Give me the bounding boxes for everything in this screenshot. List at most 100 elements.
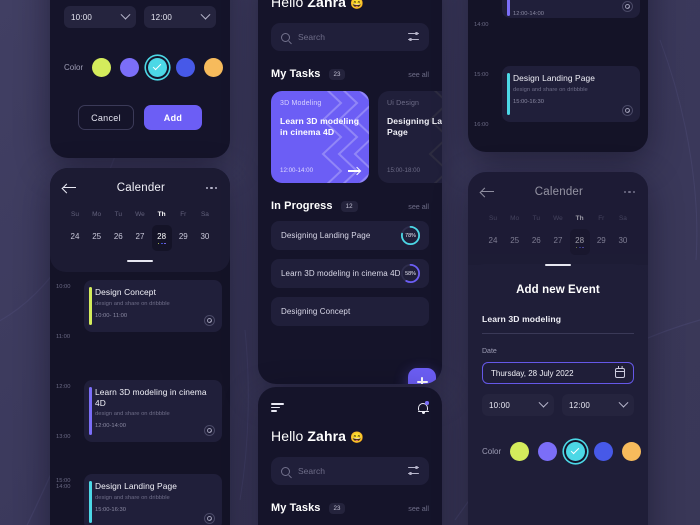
in-progress-see-all[interactable]: see all [408,202,429,211]
event-color-bar [89,287,92,326]
progress-item-designing-landing-page[interactable]: Designing Landing Page 78% [271,221,429,250]
start-time-select[interactable]: 10:00 [482,394,554,417]
weekday-sa: Sa [618,215,627,222]
task-card-ui-design[interactable]: Ui Design Designing Landing Page 15:00-1… [378,91,442,183]
date-cell-24[interactable]: 24 [483,229,503,251]
date-cell-28-label: 28 [575,235,585,245]
event-card-partial[interactable]: 12:00-14:00 [502,0,640,18]
search-bar[interactable]: Search [271,457,429,485]
add-event-sheet: Add new Event Learn 3D modeling Date Thu… [468,264,648,462]
search-input[interactable]: Search [298,466,400,476]
task-name: Designing Landing Page [387,116,442,138]
end-time-select[interactable]: 12:00 [144,6,216,28]
date-cell-29[interactable]: 29 [173,225,193,247]
date-cell-24[interactable]: 24 [65,225,85,247]
filter-sliders-icon[interactable] [408,32,419,42]
color-swatch-cyan[interactable] [148,58,168,77]
event-title: Design Landing Page [95,481,177,491]
event-card-learn-3d-modeling[interactable]: Learn 3D modeling in cinema 4D design an… [84,380,222,443]
notification-bell-icon[interactable] [417,401,429,414]
home-panel-bottom: Hello Zahra 😄 Search My Tasks 23 see all [258,387,442,525]
event-time: 15:00-16:30 [513,98,544,105]
event-edit-icon[interactable] [204,513,215,524]
event-card-design-concept[interactable]: Design Concept design and share on dribb… [84,280,222,333]
event-name-input[interactable]: Learn 3D modeling [482,314,634,324]
task-card-list: 3D Modeling Learn 3D modeling in cinema … [271,91,442,183]
sheet-grabber[interactable] [127,260,153,263]
color-swatch-lime[interactable] [92,58,112,77]
end-time-select[interactable]: 12:00 [562,394,634,417]
weekday-sa: Sa [200,211,209,218]
color-swatch-blue[interactable] [594,442,614,462]
date-cell-25[interactable]: 25 [505,229,525,251]
more-horizontal-icon[interactable] [205,186,217,190]
add-task-fab[interactable] [408,368,436,384]
color-swatch-orange[interactable] [622,442,642,462]
task-time: 15:00-18:00 [387,167,421,174]
progress-item-designing-concept[interactable]: Designing Concept [271,297,429,326]
my-tasks-see-all[interactable]: see all [408,504,429,513]
greeting-prefix: Hello [271,428,308,444]
event-card-design-landing-page[interactable]: Design Landing Page design and share on … [502,66,640,122]
date-cell-30[interactable]: 30 [195,225,215,247]
my-tasks-see-all[interactable]: see all [408,70,429,79]
event-edit-icon[interactable] [622,105,633,116]
date-cell-27[interactable]: 27 [548,229,568,251]
calendar-header: Calender Su Mo Tu We Th Fr Sa 24 25 26 2… [50,168,230,273]
date-value: Thursday, 28 July 2022 [491,368,574,378]
home-panel-middle: Hello Zahra 😄 Search My Tasks 23 see all [258,0,442,384]
back-arrow-icon[interactable] [481,187,494,197]
event-color-bar [507,0,510,16]
date-input[interactable]: Thursday, 28 July 2022 [482,362,634,385]
date-cell-29[interactable]: 29 [591,229,611,251]
search-input[interactable]: Search [298,32,400,42]
event-title: Design Landing Page [513,73,595,83]
event-edit-icon[interactable] [204,315,215,327]
event-card-design-landing-page[interactable]: Design Landing Page design and share on … [84,474,222,525]
greeting-emoji: 😄 [350,0,364,10]
date-cell-25[interactable]: 25 [87,225,107,247]
sheet-grabber[interactable] [545,264,571,267]
color-swatch-cyan[interactable] [566,442,586,462]
screenshot-canvas: 10:00 12:00 Color Cancel Add Calender Su… [0,0,700,525]
color-swatch-violet[interactable] [120,58,140,77]
progress-percent: 58% [405,270,416,277]
weekday-fr: Fr [180,211,187,218]
calendar-day-panel-right: 12:00-14:00 14:00 15:00 16:00 17:00 Desi… [468,0,648,152]
arrow-right-icon[interactable] [348,167,360,175]
calendar-icon[interactable] [614,366,625,379]
hour-label-1300: 13:00 [56,434,71,441]
color-swatch-violet[interactable] [538,442,558,462]
add-button[interactable]: Add [144,105,202,130]
weekday-mo: Mo [92,211,102,218]
date-cell-30[interactable]: 30 [613,229,633,251]
color-swatch-blue[interactable] [176,58,196,77]
date-cell-28-selected[interactable]: 28 [569,229,590,255]
date-cell-28-selected[interactable]: 28 [151,225,172,251]
hamburger-menu-icon[interactable] [271,403,284,412]
weekday-row: Su Mo Tu We Th Fr Sa [481,215,635,222]
event-time: 10:00- 11:00 [95,312,128,319]
date-cell-26[interactable]: 26 [108,225,128,247]
progress-item-learn-3d-modeling[interactable]: Learn 3D modeling in cinema 4D 58% [271,259,429,288]
color-swatch-lime[interactable] [510,442,530,462]
date-label: Date [482,348,497,356]
start-time-value: 10:00 [489,400,511,410]
greeting: Hello Zahra 😄 [271,0,429,10]
task-card-3d-modeling[interactable]: 3D Modeling Learn 3D modeling in cinema … [271,91,369,183]
date-cell-27[interactable]: 27 [130,225,150,247]
calendar-title: Calender [116,182,166,194]
sheet-title: Add new Event [516,284,600,297]
cancel-button[interactable]: Cancel [78,105,134,130]
event-edit-icon[interactable] [204,425,215,437]
start-time-select[interactable]: 10:00 [64,6,136,28]
more-horizontal-icon[interactable] [623,190,635,194]
back-arrow-icon[interactable] [63,183,76,193]
filter-sliders-icon[interactable] [408,466,419,476]
color-swatch-orange[interactable] [204,58,224,77]
event-edit-icon[interactable] [622,1,633,12]
search-bar[interactable]: Search [271,23,429,51]
event-subtitle: design and share on dribbble [95,494,170,501]
search-icon [281,32,290,42]
date-cell-26[interactable]: 26 [526,229,546,251]
